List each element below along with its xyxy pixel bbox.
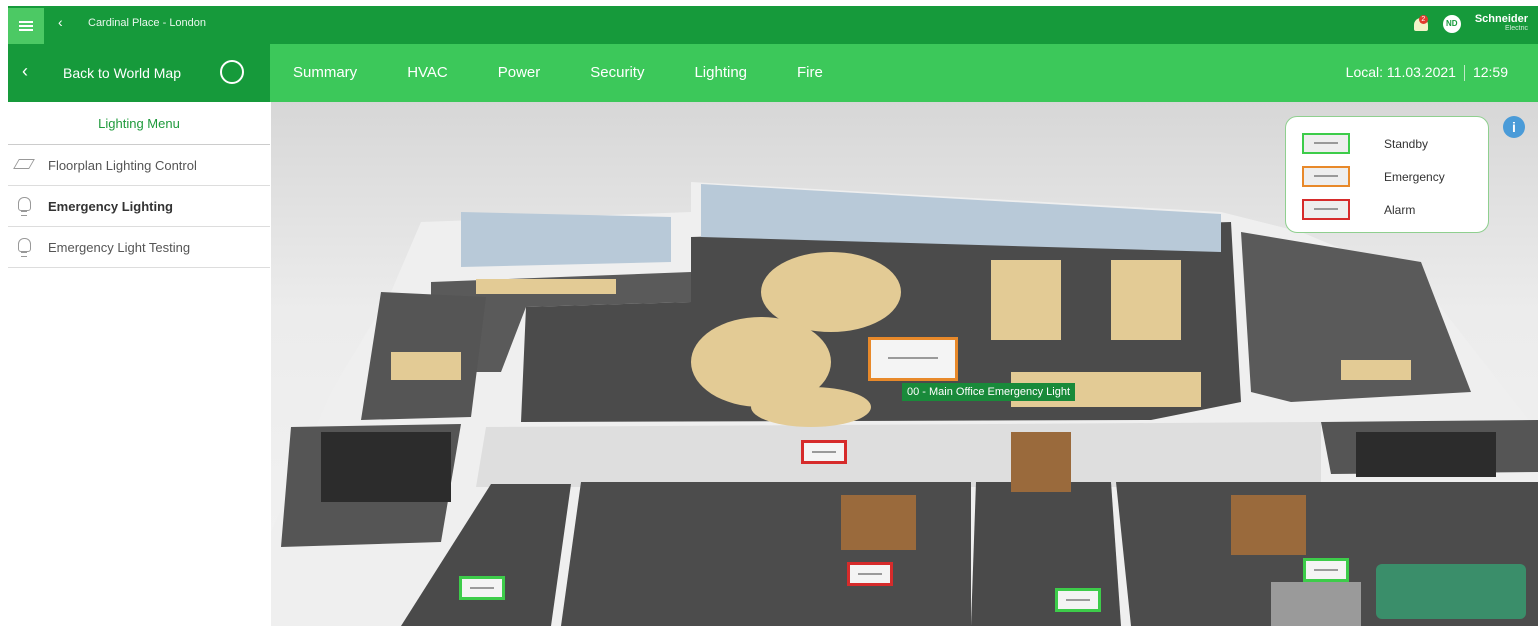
sidebar-item-emergency-lighting[interactable]: Emergency Lighting [8, 186, 270, 227]
legend-emergency: Emergency [1302, 166, 1445, 187]
legend-standby: Standby [1302, 133, 1428, 154]
info-icon[interactable]: i [1503, 116, 1525, 138]
breadcrumb-back-icon[interactable]: ‹ [58, 14, 63, 30]
legend-alarm: Alarm [1302, 199, 1415, 220]
sidebar-item-label: Floorplan Lighting Control [48, 157, 197, 173]
legend-label: Emergency [1384, 169, 1445, 184]
bulb-icon [14, 237, 36, 257]
light-tooltip: 00 - Main Office Emergency Light [902, 383, 1076, 401]
legend-label: Standby [1384, 136, 1429, 151]
tab-lighting[interactable]: Lighting [694, 64, 747, 81]
lighting-sidebar: Lighting Menu Floorplan Lighting Control… [8, 102, 270, 626]
alarm-swatch [1302, 199, 1350, 220]
globe-icon [220, 60, 244, 84]
tab-summary[interactable]: Summary [293, 64, 357, 81]
sidebar-item-label: Emergency Lighting [48, 198, 173, 214]
site-title: Cardinal Place - London [88, 17, 207, 29]
back-to-world-map-label: Back to World Map [63, 65, 182, 81]
schneider-logo: Schneider Electric [1475, 14, 1528, 34]
chevron-left-icon: ‹ [22, 61, 28, 81]
standby-light-fixture[interactable] [459, 576, 505, 600]
tab-fire[interactable]: Fire [797, 64, 823, 81]
emergency-light-fixture[interactable] [868, 337, 958, 381]
top-bar [8, 6, 1538, 44]
hamburger-menu-button[interactable] [8, 8, 44, 44]
standby-swatch [1302, 133, 1350, 154]
tab-hvac[interactable]: HVAC [407, 64, 448, 81]
bulb-icon [14, 196, 36, 216]
layers-icon [13, 155, 36, 175]
lighting-menu-heading: Lighting Menu [8, 102, 270, 145]
local-time: 12:59 [1472, 64, 1508, 80]
standby-light-fixture[interactable] [1303, 558, 1349, 582]
status-legend: Standby Emergency Alarm [1285, 116, 1489, 233]
brand-sub: Electric [1505, 25, 1528, 32]
top-right-tools: 2 ND Schneider Electric [1413, 9, 1528, 39]
back-to-world-map-button[interactable]: ‹ Back to World Map [8, 44, 270, 102]
alarm-light-fixture[interactable] [847, 562, 893, 586]
standby-light-fixture[interactable] [1055, 588, 1101, 612]
local-date: Local: 11.03.2021 [1345, 64, 1456, 80]
alarm-count-badge: 2 [1418, 15, 1428, 24]
local-date-time: Local: 11.03.2021 12:59 [1345, 64, 1508, 82]
legend-label: Alarm [1384, 202, 1416, 217]
sidebar-item-emergency-light-testing[interactable]: Emergency Light Testing [8, 227, 270, 268]
alarm-light-fixture[interactable] [801, 440, 847, 464]
main-tabs: Summary HVAC Power Security Lighting Fir… [293, 64, 873, 81]
user-avatar[interactable]: ND [1442, 15, 1461, 33]
alarm-bell-icon[interactable]: 2 [1413, 15, 1429, 33]
menu-icon [19, 25, 33, 27]
sidebar-item-label: Emergency Light Testing [48, 239, 191, 255]
sidebar-item-floorplan-lighting-control[interactable]: Floorplan Lighting Control [8, 145, 270, 186]
tab-power[interactable]: Power [498, 64, 541, 81]
tab-security[interactable]: Security [590, 64, 644, 81]
emergency-swatch [1302, 166, 1350, 187]
